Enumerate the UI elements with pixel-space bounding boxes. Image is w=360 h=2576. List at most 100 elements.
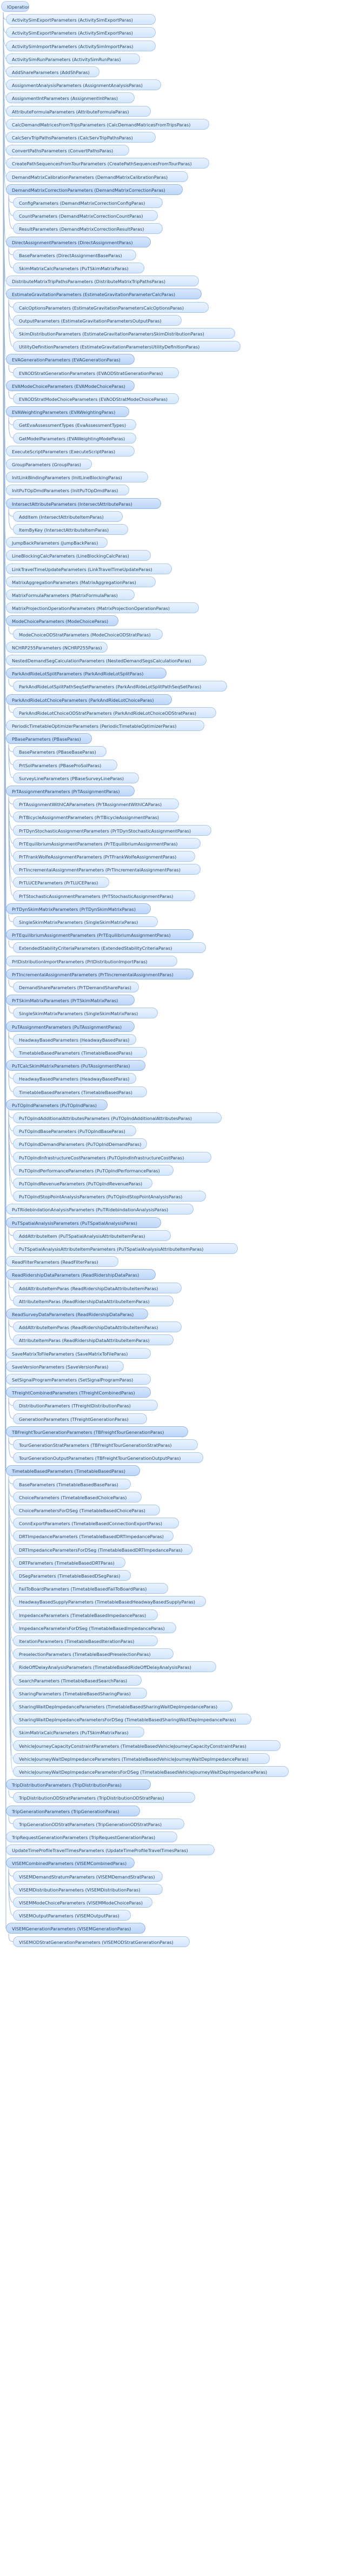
group-node: AssignmentIntParameters (AssignmentIntPa… [6,92,135,104]
child-node: SharingParameters (TimetableBasedSharing… [13,1687,147,1699]
group-node: SetSignalProgramParameters (SetSignalPro… [6,1374,151,1385]
group-node: ActivitySimExportParameters (ActivitySim… [6,27,156,38]
child-node: VISEMOutputParameters (VISEMOutputParas) [13,1910,131,1921]
child-node: ParkAndRideLotChoiceODStratParameters (P… [13,707,216,718]
child-node: ExtendedStabilityCriteriaParameters (Ext… [13,942,206,954]
child-node: TourGenerationStratParameters (TBFreight… [13,1439,198,1450]
group-node: AttributeFormulaParameters (AttributeFor… [6,105,151,117]
operation-tree-diagram: IOperation ActivitySimExportParameters (… [0,0,360,2576]
child-node: TourGenerationOutputParameters (TBFreigh… [13,1452,203,1464]
group-node: EstimateGravitationParameters (EstimateG… [6,289,202,300]
group-node: EVAModeChoiceParameters (EVAModeChoicePa… [6,380,135,391]
child-node: SharingWaitDepImpedanceParameters (Timet… [13,1701,232,1712]
group-node: ExecuteScriptParameters (ExecuteScriptPa… [6,445,135,457]
child-node: RideOffDelayAnalysisParameters (Timetabl… [13,1661,216,1673]
child-node: PuTOpIndInfrastructureCostParameters (Pu… [13,1151,211,1163]
group-node: DistributeMatrixTripPathsParameters (Dis… [6,276,199,287]
child-node: AttributeItemParas (ReadRidershipDataAtt… [13,1334,174,1346]
group-node: PuTOpIndParameters (PuTOpIndParas) [6,1099,108,1110]
child-node: DRTParameters (TimetableBasedDRTParas) [13,1557,125,1568]
group-node: ActivitySimExportParameters (ActivitySim… [6,14,156,25]
child-node: OutputParameters (EstimateGravitationPar… [13,314,182,326]
child-node: VISEMODStratGenerationParameters (VISEMO… [13,1936,190,1947]
group-node: NCHRP255Parameters (NCHRP255Paras) [6,641,108,653]
group-node: ConvertPathsParameters (ConvertPathsPara… [6,145,129,156]
group-node: PuTCalcSkimMatrixParameters (PuTAssignme… [6,1060,145,1071]
group-node: InitPuTOpDmdParameters (InitPuTOpDmdPara… [6,485,129,496]
child-node: TimetableBasedParameters (TimetableBased… [13,1047,147,1058]
group-node: TripDistributionParameters (TripDistribu… [6,1779,151,1790]
group-node: AddShareParameters (AddShParas) [6,66,99,77]
group-node: NestedDemandSegCalculationParameters (Ne… [6,655,206,666]
child-node: AddAttributeItem (PuTSpatialAnalysisAttr… [13,1230,171,1241]
group-node: PrTEquilibriumAssignmentParameters (PrTE… [6,929,194,941]
group-node: ParkAndRideLotSplitParameters (ParkAndRi… [6,668,166,679]
child-node: PrTAssignmentWithICAParameters (PrTAssig… [13,799,179,810]
child-node: ConfigParameters (DemandMatrixCorrection… [13,197,163,208]
child-node: SingleSkimMatrixParameters (SingleSkimMa… [13,1008,158,1019]
child-node: PrTStochasticAssignmentParameters (PrTSt… [13,890,195,901]
child-node: PuTOpIndBaseParameters (PuTOpIndBasePara… [13,1125,136,1137]
group-node: PeriodicTimetableOptimizerParameters (Pe… [6,720,204,731]
group-node: ReadRidershipDataParameters (ReadRidersh… [6,1269,156,1280]
child-node: TripGenerationODStratParameters (TripGen… [13,1818,184,1829]
group-node: ModeChoiceParameters (ModeChoiceParas) [6,615,118,627]
child-node: ConnExportParameters (TimetableBasedConn… [13,1518,179,1529]
child-node: SurveyLineParameters (PBaseSurveyLinePar… [13,772,139,783]
child-node: ChoiceParametersForDSeg (TimetableBasedC… [13,1505,160,1515]
group-node: MatrixAggregationParameters (MatrixAggre… [6,576,156,587]
child-node: ItemByKey (IntersectAttributeItemParas) [13,524,128,535]
group-node: EVAWeightingParameters (EVAWeightingPara… [6,406,129,418]
group-node: TBFreightTourGenerationParameters (TBFre… [6,1426,188,1437]
child-node: ResultParameters (DemandMatrixCorrection… [13,223,163,234]
child-node: GetModelParameters (EVAWeightingModePara… [13,432,136,444]
child-node: AttributeItemParas (ReadRidershipDataAtt… [13,1295,174,1306]
group-node: GroupParameters (GroupParas) [6,459,92,469]
group-node: UpdateTimeProfileTravelTimesParameters (… [6,1844,215,1856]
group-node: DirectAssignmentParameters (DirectAssign… [6,236,151,247]
child-node: ModeChoiceODStratParameters (ModeChoiceO… [13,628,163,640]
child-node: BaseParameters (DirectAssignmentBasePara… [13,249,136,260]
child-node: AddAttributeItemParas (ReadRidershipData… [13,1282,182,1293]
group-node: TripRequestGenerationParameters (TripReq… [6,1832,177,1842]
group-node: PuTAssignmentParameters (PuTAssignmentPa… [6,1021,135,1032]
group-node: TFreightCombinedParameters (TFreightComb… [6,1387,151,1398]
child-node: VISEMDemandStratumParameters (VISEMDeman… [13,1870,163,1882]
child-node: BaseParameters (TimetableBasedBaseParas) [13,1478,131,1490]
child-node: CalcOptionsParameters (EstimateGravitati… [13,301,209,313]
child-node: DRTImpedanceParameters (TimetableBasedDR… [13,1531,174,1542]
child-node: PreselectionParameters (TimetableBasedPr… [13,1648,174,1660]
group-node: LinkTravelTimeUpdateParameters (LinkTrav… [6,563,172,574]
child-node: FailToBoardParameters (TimetableBasedFai… [13,1583,168,1594]
child-node: DemandShareParameters (PrTDemandSharePar… [13,982,139,992]
group-node: DemandMatrixCorrectionParameters (Demand… [6,184,183,195]
child-node: ImpedanceParameters (TimetableBasedImped… [13,1609,158,1620]
group-node: ActivitySimRunParameters (ActivitySimRun… [6,53,140,64]
child-node: HeadwayBasedSupplyParameters (TimetableB… [13,1596,206,1607]
child-node: TripDistributionODStratParameters (TripD… [13,1792,195,1803]
group-node: CreatePathSequencesFromTourParameters (C… [6,158,209,169]
child-node: EVAODStratModeChoiceParameters (EVAODStr… [13,393,179,404]
group-node: ActivitySimImportParameters (ActivitySim… [6,40,156,51]
child-node: PuTOpIndRevenueParameters (PuTOpIndReven… [13,1178,152,1189]
child-node: VehicleJourneyCapacityConstraintParamete… [13,1740,281,1751]
child-node: UtilityDefinitionParameters (EstimateGra… [13,341,241,352]
group-node: PrTSkimMatrixParameters (PrTSkimMatrixPa… [6,995,135,1006]
child-node: TimetableBasedParameters (TimetableBased… [13,1086,147,1097]
child-node: DSegParameters (TimetableBasedDSegParas) [13,1570,131,1581]
group-node: TimetableBasedParameters (TimetableBased… [6,1465,140,1477]
group-node: EVAGenerationParameters (EVAGenerationPa… [6,354,135,365]
child-node: PrTDynStochasticAssignmentParameters (Pr… [13,824,211,836]
child-node: VISEMDistributionParameters (VISEMDistri… [13,1883,163,1895]
child-node: PrTBicycleAssignmentParameters (PrTBicyc… [13,811,179,823]
child-node: GetEvaAssessmentTypes (EvaAssessmentType… [13,419,136,431]
child-node: PuTOpIndDemandParameters (PuTOpIndDemand… [13,1138,147,1150]
group-node: ReadSurveyDataParameters (ReadRidershipD… [6,1309,148,1319]
child-node: EVAODStratGenerationParameters (EVAODStr… [13,367,179,378]
child-node: BaseParameters (PBaseBaseParas) [13,746,106,757]
child-node: CountParameters (DemandMatrixCorrectionC… [13,210,158,222]
child-node: PrTLUCEParameters (PrTLUCEParas) [13,877,109,888]
group-node: LineBlockingCalcParameters (LineBlocking… [6,550,151,561]
group-node: CalcServTripPathsParameters (CalcServTri… [6,132,156,143]
child-node: PrtSolParameters (PBaseProSolParas) [13,759,117,770]
